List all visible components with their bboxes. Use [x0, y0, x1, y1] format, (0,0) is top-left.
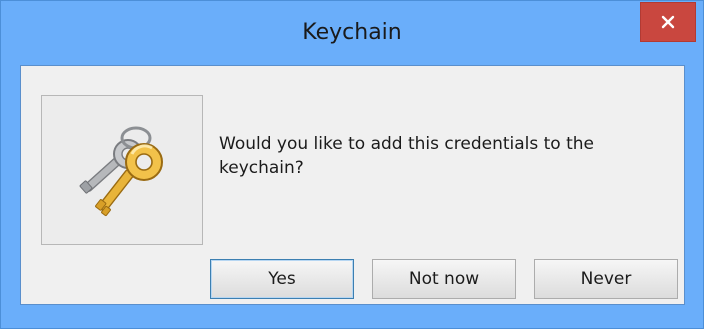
- yes-button[interactable]: Yes: [210, 259, 354, 299]
- never-button[interactable]: Never: [534, 259, 678, 299]
- dialog-message: Would you like to add this credentials t…: [219, 134, 594, 178]
- dialog-window: Keychain Would you like to add this cred…: [0, 0, 704, 329]
- title-bar[interactable]: Keychain: [1, 1, 703, 65]
- window-title: Keychain: [302, 20, 402, 45]
- not-now-button[interactable]: Not now: [372, 259, 516, 299]
- keys-icon: [79, 126, 163, 217]
- dialog-content: Would you like to add this credentials t…: [20, 65, 685, 305]
- close-icon: [661, 15, 675, 29]
- icon-frame: [41, 95, 203, 245]
- close-button[interactable]: [640, 2, 696, 42]
